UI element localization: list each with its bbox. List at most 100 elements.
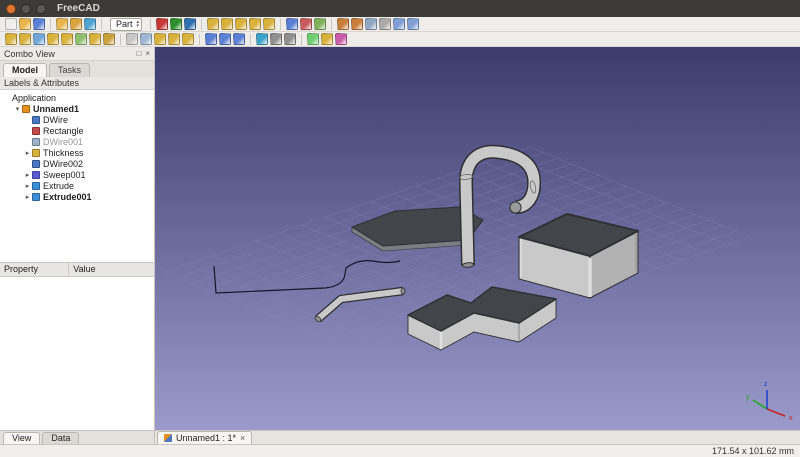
dimensions-readout: 171.54 x 101.62 mm xyxy=(712,446,794,456)
tree-item-extrude001[interactable]: ▸ Extrude001 xyxy=(0,191,154,202)
document-tab-close-icon[interactable]: × xyxy=(240,433,245,443)
color-per-face-icon[interactable] xyxy=(335,33,347,45)
tree-item-rectangle[interactable]: Rectangle xyxy=(0,125,154,136)
expander-icon[interactable]: ▸ xyxy=(23,171,32,179)
axis-x-label: x xyxy=(789,415,793,422)
part-sphere-icon[interactable] xyxy=(235,18,247,30)
measure-toggle-delta-icon[interactable] xyxy=(407,18,419,30)
part-explode-compound-icon[interactable] xyxy=(219,33,231,45)
measure-linear-icon[interactable] xyxy=(337,18,349,30)
toolbar-row-1: Part▴▾ xyxy=(0,17,800,32)
expander-icon[interactable]: ▸ xyxy=(23,149,32,157)
document-tab-label: Unnamed1 : 1* xyxy=(176,433,236,443)
toolbar-separator xyxy=(331,19,332,30)
tree-item-dwire[interactable]: DWire xyxy=(0,114,154,125)
part-extrude-icon[interactable] xyxy=(5,33,17,45)
window-maximize-icon[interactable] xyxy=(36,4,46,14)
part-cone-icon[interactable] xyxy=(249,18,261,30)
boolean-union-icon[interactable] xyxy=(286,18,298,30)
part-revolve-icon[interactable] xyxy=(19,33,31,45)
3d-scene: x y z xyxy=(155,47,800,430)
refresh-icon[interactable] xyxy=(84,18,96,30)
part-torus-icon[interactable] xyxy=(263,18,275,30)
window-minimize-icon[interactable] xyxy=(21,4,31,14)
tree-item-thickness[interactable]: ▸Thickness xyxy=(0,147,154,158)
macro-record-icon[interactable] xyxy=(156,18,168,30)
defeaturing-icon[interactable] xyxy=(321,33,333,45)
combo-view-header: Combo View □ × xyxy=(0,47,154,61)
property-panel: Property Value xyxy=(0,262,154,430)
spinner-icon[interactable]: ▴▾ xyxy=(137,20,140,28)
check-geometry-icon[interactable] xyxy=(307,33,319,45)
new-document-icon[interactable] xyxy=(5,18,17,30)
workbench-selector[interactable]: Part▴▾ xyxy=(110,18,142,31)
part-chamfer-icon[interactable] xyxy=(61,33,73,45)
part-box-icon[interactable] xyxy=(207,18,219,30)
filleted-box[interactable] xyxy=(519,214,638,298)
panel-float-icon[interactable]: □ xyxy=(136,49,141,58)
l-shaped-extrusion[interactable] xyxy=(408,287,556,350)
measure-angular-icon[interactable] xyxy=(351,18,363,30)
tree-item-unnamed1[interactable]: ▾Unnamed1 xyxy=(0,103,154,114)
part-fillet-icon[interactable] xyxy=(47,33,59,45)
value-column-header[interactable]: Value xyxy=(69,263,99,276)
tree-item-label: Extrude001 xyxy=(43,192,92,202)
part-compound-icon[interactable] xyxy=(205,33,217,45)
tree-item-label: DWire001 xyxy=(43,137,83,147)
tree-item-icon xyxy=(32,138,40,146)
status-bar: 171.54 x 101.62 mm xyxy=(0,444,800,457)
3d-viewport[interactable]: x y z xyxy=(155,47,800,430)
measure-clear-icon[interactable] xyxy=(379,18,391,30)
part-cross-sections-icon[interactable] xyxy=(140,33,152,45)
tree-item-label: Rectangle xyxy=(43,126,84,136)
window-close-icon[interactable] xyxy=(6,4,16,14)
document-tab[interactable]: Unnamed1 : 1* × xyxy=(157,431,252,444)
tab-data[interactable]: Data xyxy=(42,432,79,444)
property-column-header[interactable]: Property xyxy=(0,263,69,276)
expander-icon[interactable]: ▾ xyxy=(13,105,22,113)
shape-builder-icon[interactable] xyxy=(256,33,268,45)
part-offset-2d-icon[interactable] xyxy=(168,33,180,45)
toolbar-separator xyxy=(120,34,121,45)
tree-item-application[interactable]: Application xyxy=(0,92,154,103)
tree-item-icon xyxy=(32,127,40,135)
save-document-icon[interactable] xyxy=(33,18,45,30)
undo-icon[interactable] xyxy=(56,18,68,30)
titlebar: FreeCAD xyxy=(0,0,800,17)
part-sweep-icon[interactable] xyxy=(103,33,115,45)
tree-item-sweep001[interactable]: ▸Sweep001 xyxy=(0,169,154,180)
tab-tasks[interactable]: Tasks xyxy=(49,63,90,77)
boolean-cut-icon[interactable] xyxy=(300,18,312,30)
toolbar-separator xyxy=(250,34,251,45)
part-ruled-surface-icon[interactable] xyxy=(75,33,87,45)
expander-icon[interactable]: ▸ xyxy=(23,193,32,201)
tree-item-label: Extrude xyxy=(43,181,74,191)
bent-tube[interactable] xyxy=(314,288,405,323)
boolean-intersection-icon[interactable] xyxy=(314,18,326,30)
tree-item-dwire002[interactable]: DWire002 xyxy=(0,158,154,169)
macro-debug-icon[interactable] xyxy=(184,18,196,30)
measure-toggle-3d-icon[interactable] xyxy=(393,18,405,30)
part-cylinder-icon[interactable] xyxy=(221,18,233,30)
shape-import-icon[interactable] xyxy=(270,33,282,45)
macro-execute-icon[interactable] xyxy=(170,18,182,30)
tree-item-icon xyxy=(32,116,40,124)
redo-icon[interactable] xyxy=(70,18,82,30)
tab-model[interactable]: Model xyxy=(3,63,47,77)
expander-icon[interactable]: ▸ xyxy=(23,182,32,190)
shape-export-icon[interactable] xyxy=(284,33,296,45)
part-section-icon[interactable] xyxy=(126,33,138,45)
measure-refresh-icon[interactable] xyxy=(365,18,377,30)
tab-view[interactable]: View xyxy=(3,432,40,444)
part-compound-filter-icon[interactable] xyxy=(233,33,245,45)
panel-close-icon[interactable]: × xyxy=(145,49,150,58)
tree-item-extrude[interactable]: ▸ Extrude xyxy=(0,180,154,191)
part-offset-3d-icon[interactable] xyxy=(154,33,166,45)
tree-item-icon xyxy=(32,171,40,179)
tree-item-label: Application xyxy=(12,93,56,103)
tree-item-dwire001[interactable]: DWire001 xyxy=(0,136,154,147)
open-document-icon[interactable] xyxy=(19,18,31,30)
part-loft-icon[interactable] xyxy=(89,33,101,45)
part-thickness-icon[interactable] xyxy=(182,33,194,45)
part-mirror-icon[interactable] xyxy=(33,33,45,45)
